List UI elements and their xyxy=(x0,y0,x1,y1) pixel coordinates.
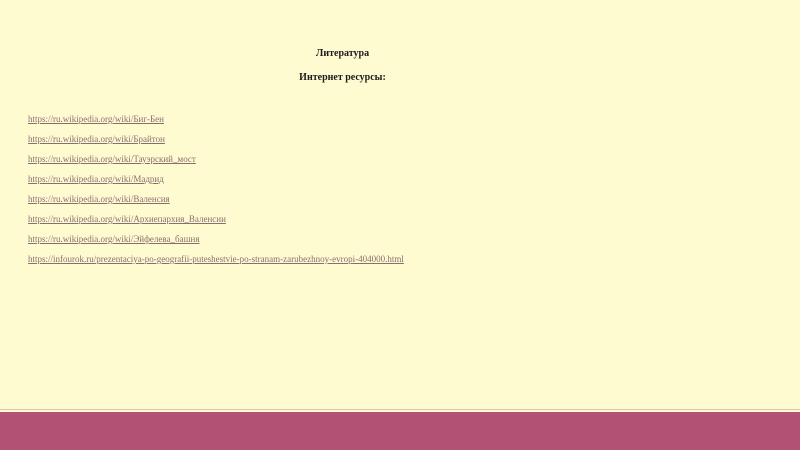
list-item: https://ru.wikipedia.org/wiki/Валенсия xyxy=(28,193,404,213)
reference-link-brighton[interactable]: https://ru.wikipedia.org/wiki/Брайтон xyxy=(28,134,165,144)
reference-link-valencia-archdiocese[interactable]: https://ru.wikipedia.org/wiki/Архиепархи… xyxy=(28,214,226,224)
slide-subtitle: Интернет ресурсы: xyxy=(299,72,386,83)
footer-divider xyxy=(0,409,800,410)
list-item: https://ru.wikipedia.org/wiki/Брайтон xyxy=(28,133,404,153)
list-item: https://ru.wikipedia.org/wiki/Мадрид xyxy=(28,173,404,193)
reference-link-infourok[interactable]: https://infourok.ru/prezentaciya-po-geog… xyxy=(28,254,404,264)
reference-link-big-ben[interactable]: https://ru.wikipedia.org/wiki/Биг-Бен xyxy=(28,114,164,124)
list-item: https://ru.wikipedia.org/wiki/Архиепархи… xyxy=(28,213,404,233)
footer-bar xyxy=(0,412,800,450)
slide-title: Литература xyxy=(315,48,370,59)
reference-link-tower-bridge[interactable]: https://ru.wikipedia.org/wiki/Тауэрский_… xyxy=(28,154,196,164)
reference-link-valencia[interactable]: https://ru.wikipedia.org/wiki/Валенсия xyxy=(28,194,170,204)
reference-link-madrid[interactable]: https://ru.wikipedia.org/wiki/Мадрид xyxy=(28,174,164,184)
list-item: https://infourok.ru/prezentaciya-po-geog… xyxy=(28,253,404,273)
reference-link-eiffel-tower[interactable]: https://ru.wikipedia.org/wiki/Эйфелева_б… xyxy=(28,234,199,244)
list-item: https://ru.wikipedia.org/wiki/Эйфелева_б… xyxy=(28,233,404,253)
reference-links-list: https://ru.wikipedia.org/wiki/Биг-Бен ht… xyxy=(28,113,404,273)
list-item: https://ru.wikipedia.org/wiki/Тауэрский_… xyxy=(28,153,404,173)
list-item: https://ru.wikipedia.org/wiki/Биг-Бен xyxy=(28,113,404,133)
slide: Литература Интернет ресурсы: https://ru.… xyxy=(0,0,800,450)
